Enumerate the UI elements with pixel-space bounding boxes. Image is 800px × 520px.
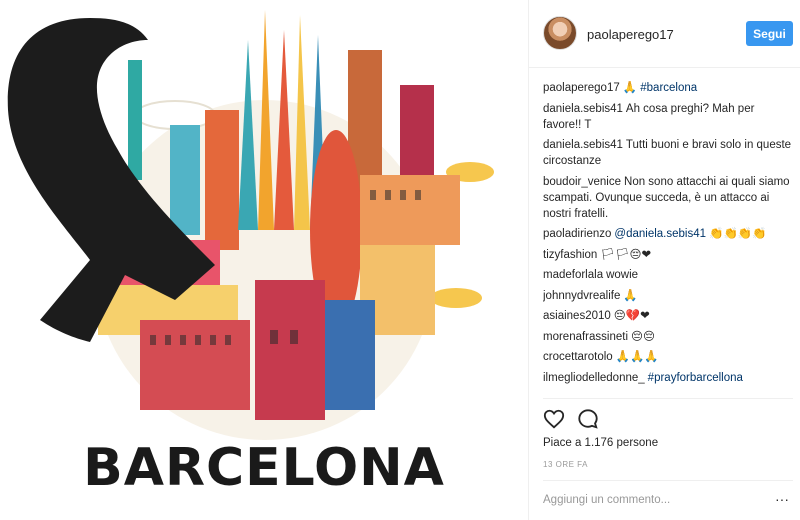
comment: paoladirienzo @daniela.sebis41 👏👏👏👏 bbox=[543, 226, 793, 242]
divider bbox=[543, 398, 793, 399]
comment-list[interactable]: paolaperego17 🙏 #barcelona daniela.sebis4… bbox=[543, 80, 793, 398]
divider bbox=[543, 480, 793, 481]
post-timestamp: 13 ORE FA bbox=[543, 460, 588, 469]
comment-user[interactable]: madeforlala bbox=[543, 269, 603, 281]
comment: johnnydvrealife 🙏 bbox=[543, 288, 793, 304]
comment-text: 😔😔 bbox=[631, 330, 655, 343]
comment: morenafrassineti 😔😔 bbox=[543, 329, 793, 345]
comment-text: 🙏🙏🙏 bbox=[615, 351, 659, 363]
comment-hashtag[interactable]: #prayforbarcellona bbox=[648, 372, 743, 384]
comment: daniela.sebis41 Ah cosa preghi? Mah per f… bbox=[543, 101, 793, 133]
comment-mention[interactable]: @daniela.sebis41 bbox=[614, 228, 706, 240]
comment-text: 🙏 bbox=[623, 289, 638, 302]
comment-user[interactable]: asiaines2010 bbox=[543, 310, 611, 322]
comment-text: wowie bbox=[606, 269, 639, 281]
comment: asiaines2010 😔💔❤ bbox=[543, 308, 793, 324]
comment: paolaperego17 🙏 #barcelona bbox=[543, 80, 793, 96]
comment-text: 🏳🏳😔❤ bbox=[600, 248, 652, 261]
comment-user[interactable]: boudoir_venice bbox=[543, 176, 621, 188]
post-sidebar: paolaperego17 Segui paolaperego17 🙏 #barc… bbox=[529, 0, 800, 520]
comment-text: 😔💔❤ bbox=[613, 310, 650, 322]
comment: tizyfashion 🏳🏳😔❤ bbox=[543, 247, 793, 263]
comment-user[interactable]: morenafrassineti bbox=[543, 331, 628, 343]
comment-user[interactable]: johnnydvrealife bbox=[543, 290, 620, 302]
post-image[interactable]: BARCELONA bbox=[0, 0, 528, 520]
more-options-icon[interactable]: ··· bbox=[775, 490, 793, 510]
comment-bubble-icon[interactable] bbox=[577, 408, 599, 430]
follow-button[interactable]: Segui bbox=[746, 21, 793, 46]
comment-user[interactable]: daniela.sebis41 bbox=[543, 139, 623, 151]
comment-hashtag[interactable]: 🙏 #barcelona bbox=[623, 82, 697, 94]
comment: ilmegliodelledonne_ #prayforbarcellona bbox=[543, 370, 793, 386]
comment-user[interactable]: paolaperego17 bbox=[543, 82, 620, 94]
avatar[interactable] bbox=[543, 16, 577, 50]
comment-user[interactable]: paoladirienzo bbox=[543, 228, 611, 240]
comment-text: 👏👏👏👏 bbox=[709, 228, 767, 240]
comment-input[interactable] bbox=[543, 490, 763, 510]
author-username[interactable]: paolaperego17 bbox=[587, 27, 674, 42]
comment-user[interactable]: tizyfashion bbox=[543, 249, 597, 261]
barcelona-skyline-illustration bbox=[7, 10, 494, 440]
post-header: paolaperego17 Segui bbox=[529, 0, 800, 68]
heart-icon[interactable] bbox=[543, 408, 565, 430]
comment: boudoir_venice Non sono attacchi ai quali… bbox=[543, 174, 793, 222]
likes-count[interactable]: Piace a 1.176 persone bbox=[543, 437, 658, 449]
comment-user[interactable]: ilmegliodelledonne_ bbox=[543, 372, 645, 384]
comment-user[interactable]: crocettarotolo bbox=[543, 351, 613, 363]
comment: madeforlala wowie bbox=[543, 267, 793, 283]
comment: daniela.sebis41 Tutti buoni e bravi solo … bbox=[543, 137, 793, 169]
image-caption: BARCELONA bbox=[83, 438, 445, 498]
comment: crocettarotolo 🙏🙏🙏 bbox=[543, 349, 793, 365]
comment-user[interactable]: daniela.sebis41 bbox=[543, 103, 623, 115]
